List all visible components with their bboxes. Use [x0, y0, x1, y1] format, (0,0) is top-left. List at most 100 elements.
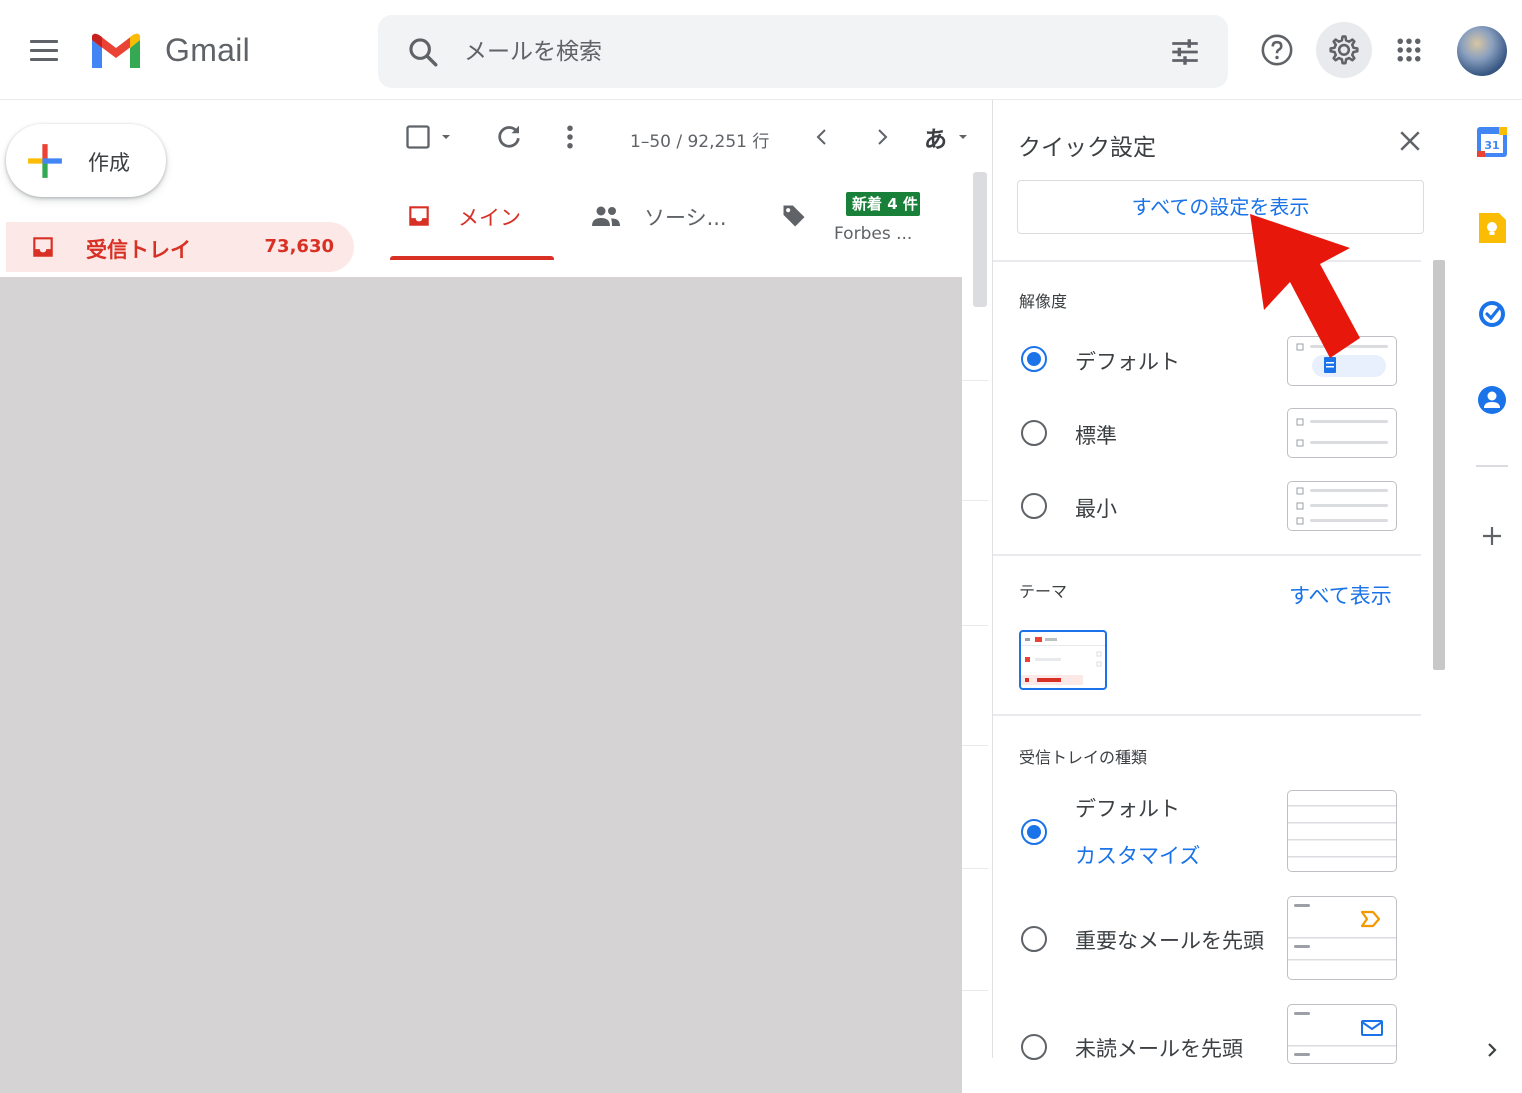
inbox-type-important-thumbnail[interactable]: [1287, 896, 1397, 980]
sidebar-item-inbox[interactable]: 受信トレイ 73,630: [6, 222, 354, 272]
refresh-button[interactable]: [494, 119, 524, 155]
quick-settings-scrollbar[interactable]: [1433, 260, 1445, 670]
prev-page-button[interactable]: [810, 119, 834, 155]
inbox-type-unread-label: 未読メールを先頭: [1075, 1037, 1243, 1061]
more-actions-button[interactable]: [560, 119, 580, 155]
tab-promotions[interactable]: [758, 172, 974, 260]
theme-preview: [1021, 637, 1105, 685]
inbox-type-unread-radio[interactable]: [1021, 1034, 1047, 1060]
calendar-icon: 31: [1477, 127, 1507, 157]
promotions-sender-preview: Forbes ...: [834, 224, 913, 244]
redacted-mail-list: [0, 277, 962, 1093]
calendar-day: 31: [1484, 139, 1499, 152]
search-input[interactable]: [464, 33, 1144, 71]
search-icon[interactable]: [406, 35, 440, 69]
tag-icon: [783, 205, 805, 227]
caret-down-icon: [959, 135, 967, 139]
theme-view-all-link[interactable]: すべて表示: [1289, 580, 1392, 610]
gmail-logo-icon[interactable]: [88, 30, 144, 72]
plus-icon: [28, 144, 62, 178]
density-compact-thumbnail[interactable]: [1287, 481, 1397, 531]
calendar-addon[interactable]: 31: [1476, 126, 1508, 158]
inbox-icon: [33, 237, 53, 257]
tab-primary[interactable]: メイン: [378, 172, 568, 260]
theme-thumbnail[interactable]: [1019, 630, 1107, 690]
inbox-type-default-preview: [1288, 805, 1396, 858]
row-divider: [962, 990, 988, 991]
row-divider: [962, 380, 988, 381]
inbox-type-important-preview: [1288, 904, 1396, 961]
density-default-radio[interactable]: [1021, 346, 1047, 372]
account-avatar[interactable]: [1457, 26, 1507, 76]
row-divider: [962, 868, 988, 869]
inbox-type-default-radio[interactable]: [1021, 819, 1047, 845]
settings-button[interactable]: [1316, 22, 1372, 78]
search-options-icon[interactable]: [1168, 35, 1202, 69]
next-page-button[interactable]: [870, 119, 894, 155]
density-comfortable-thumbnail[interactable]: [1287, 408, 1397, 458]
inbox-type-important-radio[interactable]: [1021, 926, 1047, 952]
addon-rail: 31: [1460, 100, 1522, 1093]
chevron-left-icon: [816, 129, 826, 145]
select-all-checkbox[interactable]: [404, 119, 454, 155]
inbox-type-heading: 受信トレイの種類: [1019, 748, 1148, 767]
row-divider: [962, 745, 988, 746]
input-tools-button[interactable]: あ: [924, 119, 971, 155]
apps-grid-icon: [1397, 38, 1421, 62]
checkbox-icon: [406, 125, 430, 149]
annotation-arrow-icon: [1250, 214, 1360, 358]
app-header: Gmail: [0, 0, 1522, 100]
inbox-type-default-thumbnail[interactable]: [1287, 790, 1397, 872]
show-side-panel-button[interactable]: [1476, 1034, 1508, 1066]
rail-divider: [1476, 465, 1508, 467]
theme-heading: テーマ: [1019, 582, 1068, 601]
inbox-type-unread-thumbnail[interactable]: [1287, 1004, 1397, 1064]
density-comfortable-radio[interactable]: [1021, 420, 1047, 446]
mail-toolbar: 1–50 / 92,251 行 あ: [378, 105, 988, 167]
category-tabs: メイン ソーシ... 新着 4 件 Forbes ...: [378, 172, 974, 260]
plus-icon: [1483, 527, 1501, 545]
caret-down-icon: [442, 135, 450, 139]
density-compact-label: 最小: [1075, 497, 1117, 521]
tasks-icon: [1479, 301, 1505, 327]
section-divider: [993, 714, 1421, 716]
help-button[interactable]: [1249, 22, 1305, 78]
apps-button[interactable]: [1381, 22, 1437, 78]
quick-settings-panel: クイック設定 すべての設定を表示 解像度 デフォルト 標準 最小 テーマ すべて…: [992, 100, 1447, 1064]
density-compact-radio[interactable]: [1021, 493, 1047, 519]
tasks-addon[interactable]: [1476, 298, 1508, 330]
density-comfortable-preview: [1296, 418, 1388, 447]
compose-button[interactable]: 作成: [6, 124, 166, 197]
inbox-icon: [409, 206, 429, 226]
get-addons-button[interactable]: [1476, 520, 1508, 552]
help-icon: [1261, 34, 1293, 66]
inbox-label: 受信トレイ: [86, 238, 191, 262]
inbox-count: 73,630: [264, 236, 334, 257]
keep-addon[interactable]: [1476, 212, 1508, 244]
people-icon: [592, 206, 620, 226]
main-menu-button[interactable]: [22, 30, 62, 70]
tab-social[interactable]: ソーシ...: [568, 172, 758, 260]
compose-label: 作成: [88, 151, 130, 175]
tab-primary-label: メイン: [458, 206, 521, 230]
quick-settings-title: クイック設定: [1018, 135, 1156, 161]
row-divider: [962, 625, 988, 626]
density-compact-preview: [1296, 487, 1388, 525]
density-heading: 解像度: [1019, 292, 1068, 311]
tab-social-label: ソーシ...: [644, 206, 727, 230]
new-count-badge: 新着 4 件: [846, 192, 920, 216]
more-vert-icon: [567, 125, 573, 149]
gear-icon: [1329, 35, 1359, 65]
row-divider: [962, 500, 988, 501]
chevron-right-icon: [1488, 1043, 1497, 1057]
contacts-addon[interactable]: [1476, 384, 1508, 416]
chevron-right-icon: [878, 129, 888, 145]
search-bar[interactable]: [378, 15, 1228, 88]
keep-icon: [1479, 213, 1506, 243]
list-scrollbar[interactable]: [973, 172, 987, 307]
customize-link[interactable]: カスタマイズ: [1075, 840, 1200, 870]
close-icon[interactable]: [1395, 126, 1425, 156]
density-comfortable-label: 標準: [1075, 424, 1117, 448]
active-tab-indicator: [390, 256, 554, 260]
density-default-label: デフォルト: [1075, 350, 1180, 374]
